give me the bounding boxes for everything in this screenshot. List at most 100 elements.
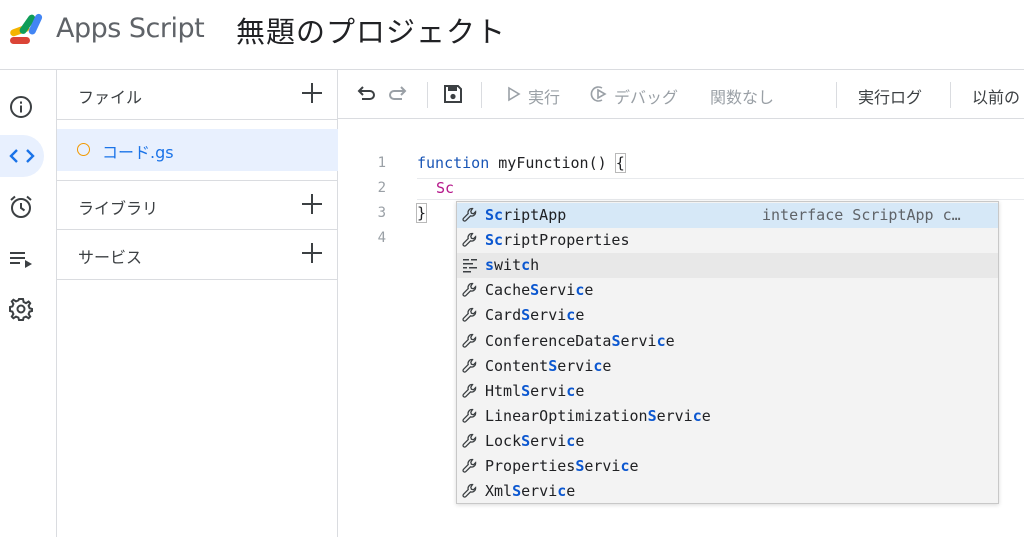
- execution-log-button[interactable]: 実行ログ: [858, 84, 922, 108]
- suggestion-item[interactable]: CacheService: [457, 278, 998, 303]
- match-highlight: c: [566, 306, 576, 325]
- label-text: Xml: [485, 482, 513, 501]
- label-text: ervi: [620, 331, 657, 350]
- label-text: ervi: [557, 356, 594, 375]
- toolbar-separator: [836, 82, 837, 108]
- file-name: コード.gs: [102, 143, 174, 162]
- suggestion-item[interactable]: XmlService: [457, 479, 998, 504]
- match-highlight: S: [530, 281, 540, 300]
- match-highlight: c: [575, 281, 585, 300]
- suggestion-item[interactable]: ScriptProperties: [457, 228, 998, 253]
- match-highlight: s: [485, 256, 495, 275]
- run-button[interactable]: 実行: [528, 84, 560, 108]
- suggestion-item[interactable]: CardService: [457, 303, 998, 328]
- label-text: e: [701, 406, 711, 425]
- code-line-3: }: [415, 203, 428, 223]
- suggestion-item[interactable]: switch: [457, 253, 998, 279]
- label-text: ervi: [530, 431, 567, 450]
- gear-icon: [9, 298, 33, 321]
- services-label: サービス: [78, 248, 143, 267]
- files-header: ファイル: [57, 70, 338, 120]
- add-library-icon[interactable]: [300, 192, 324, 216]
- suggestion-item[interactable]: ScriptApp interface ScriptApp c…: [457, 203, 998, 228]
- suggestion-label: LinearOptimizationService: [485, 407, 711, 425]
- suggestion-label: HtmlService: [485, 382, 584, 400]
- wrench-icon: [461, 231, 479, 249]
- suggestion-item[interactable]: HtmlService: [457, 379, 998, 404]
- label-text: e: [584, 281, 594, 300]
- label-text: Cache: [485, 281, 531, 300]
- wrench-icon: [461, 457, 479, 475]
- label-text: wit: [494, 256, 522, 275]
- label-text: e: [629, 457, 639, 475]
- snippet-icon: [461, 256, 479, 274]
- executions-button[interactable]: [0, 238, 42, 280]
- add-file-icon[interactable]: [300, 81, 324, 105]
- code-line-1: function myFunction() {: [417, 153, 626, 173]
- apps-script-logo-icon[interactable]: [8, 11, 48, 47]
- services-header: サービス: [57, 230, 338, 280]
- info-icon: [10, 96, 32, 118]
- label-text: ervi: [521, 482, 558, 501]
- file-status-icon: [77, 143, 90, 156]
- history-button[interactable]: 以前の: [972, 84, 1020, 108]
- open-brace: {: [614, 153, 626, 173]
- match-highlight: S: [521, 306, 531, 325]
- save-icon[interactable]: [442, 83, 464, 105]
- undo-icon[interactable]: [354, 83, 376, 105]
- suggestion-item[interactable]: ConferenceDataService: [457, 329, 998, 354]
- match-highlight: S: [521, 431, 531, 450]
- wrench-icon: [461, 306, 479, 324]
- toolbar-separator: [481, 82, 482, 108]
- label-text: ervi: [656, 406, 693, 425]
- match-highlight: S: [521, 381, 531, 400]
- line-number: 1: [377, 155, 386, 171]
- suggestion-item[interactable]: LinearOptimizationService: [457, 404, 998, 429]
- suggestion-item[interactable]: LockService: [457, 429, 998, 454]
- suggestion-label: ConferenceDataService: [485, 332, 675, 350]
- play-icon: [508, 86, 521, 102]
- toolbar-separator: [950, 82, 951, 108]
- suggestion-label: CardService: [485, 306, 584, 324]
- code-icon: [9, 149, 35, 163]
- label-text: e: [575, 431, 585, 450]
- suggestion-item[interactable]: ContentService: [457, 354, 998, 379]
- triggers-button[interactable]: [0, 186, 42, 228]
- debug-button[interactable]: デバッグ: [614, 84, 678, 108]
- label-text: Html: [485, 381, 522, 400]
- match-highlight: S: [548, 356, 558, 375]
- wrench-icon: [461, 382, 479, 400]
- label-text: riptProperties: [503, 231, 630, 250]
- redo-icon[interactable]: [388, 83, 410, 105]
- suggestion-label: ScriptApp: [485, 206, 566, 224]
- match-highlight: c: [566, 431, 576, 450]
- executions-icon: [10, 252, 32, 268]
- settings-button[interactable]: [0, 288, 42, 330]
- overview-button[interactable]: [0, 86, 42, 128]
- match-highlight: S: [647, 406, 657, 425]
- label-text: ervi: [584, 457, 621, 475]
- label-text: Card: [485, 306, 522, 325]
- project-title[interactable]: 無題のプロジェクト: [236, 9, 506, 51]
- label-text: e: [575, 381, 585, 400]
- add-service-icon[interactable]: [300, 241, 324, 265]
- current-line-highlight: [417, 178, 1024, 200]
- keyword-function: function: [417, 154, 490, 172]
- files-label: ファイル: [78, 88, 143, 107]
- file-item-code-gs[interactable]: コード.gs: [57, 129, 338, 171]
- editor-button[interactable]: [0, 135, 44, 177]
- wrench-icon: [461, 206, 479, 224]
- label-text: riptApp: [503, 206, 567, 224]
- suggestion-item[interactable]: PropertiesService: [457, 454, 998, 479]
- suggestion-label: CacheService: [485, 281, 593, 299]
- wrench-icon: [461, 432, 479, 450]
- toolbar-separator: [427, 82, 428, 108]
- match-highlight: Sc: [485, 231, 504, 250]
- suggestion-label: switch: [485, 256, 539, 274]
- code-line-2: Sc: [436, 179, 454, 197]
- function-select[interactable]: 関数なし: [710, 84, 774, 108]
- wrench-icon: [461, 407, 479, 425]
- libraries-header: ライブラリ: [57, 181, 338, 231]
- label-text: ervi: [530, 306, 567, 325]
- alarm-icon: [10, 195, 32, 218]
